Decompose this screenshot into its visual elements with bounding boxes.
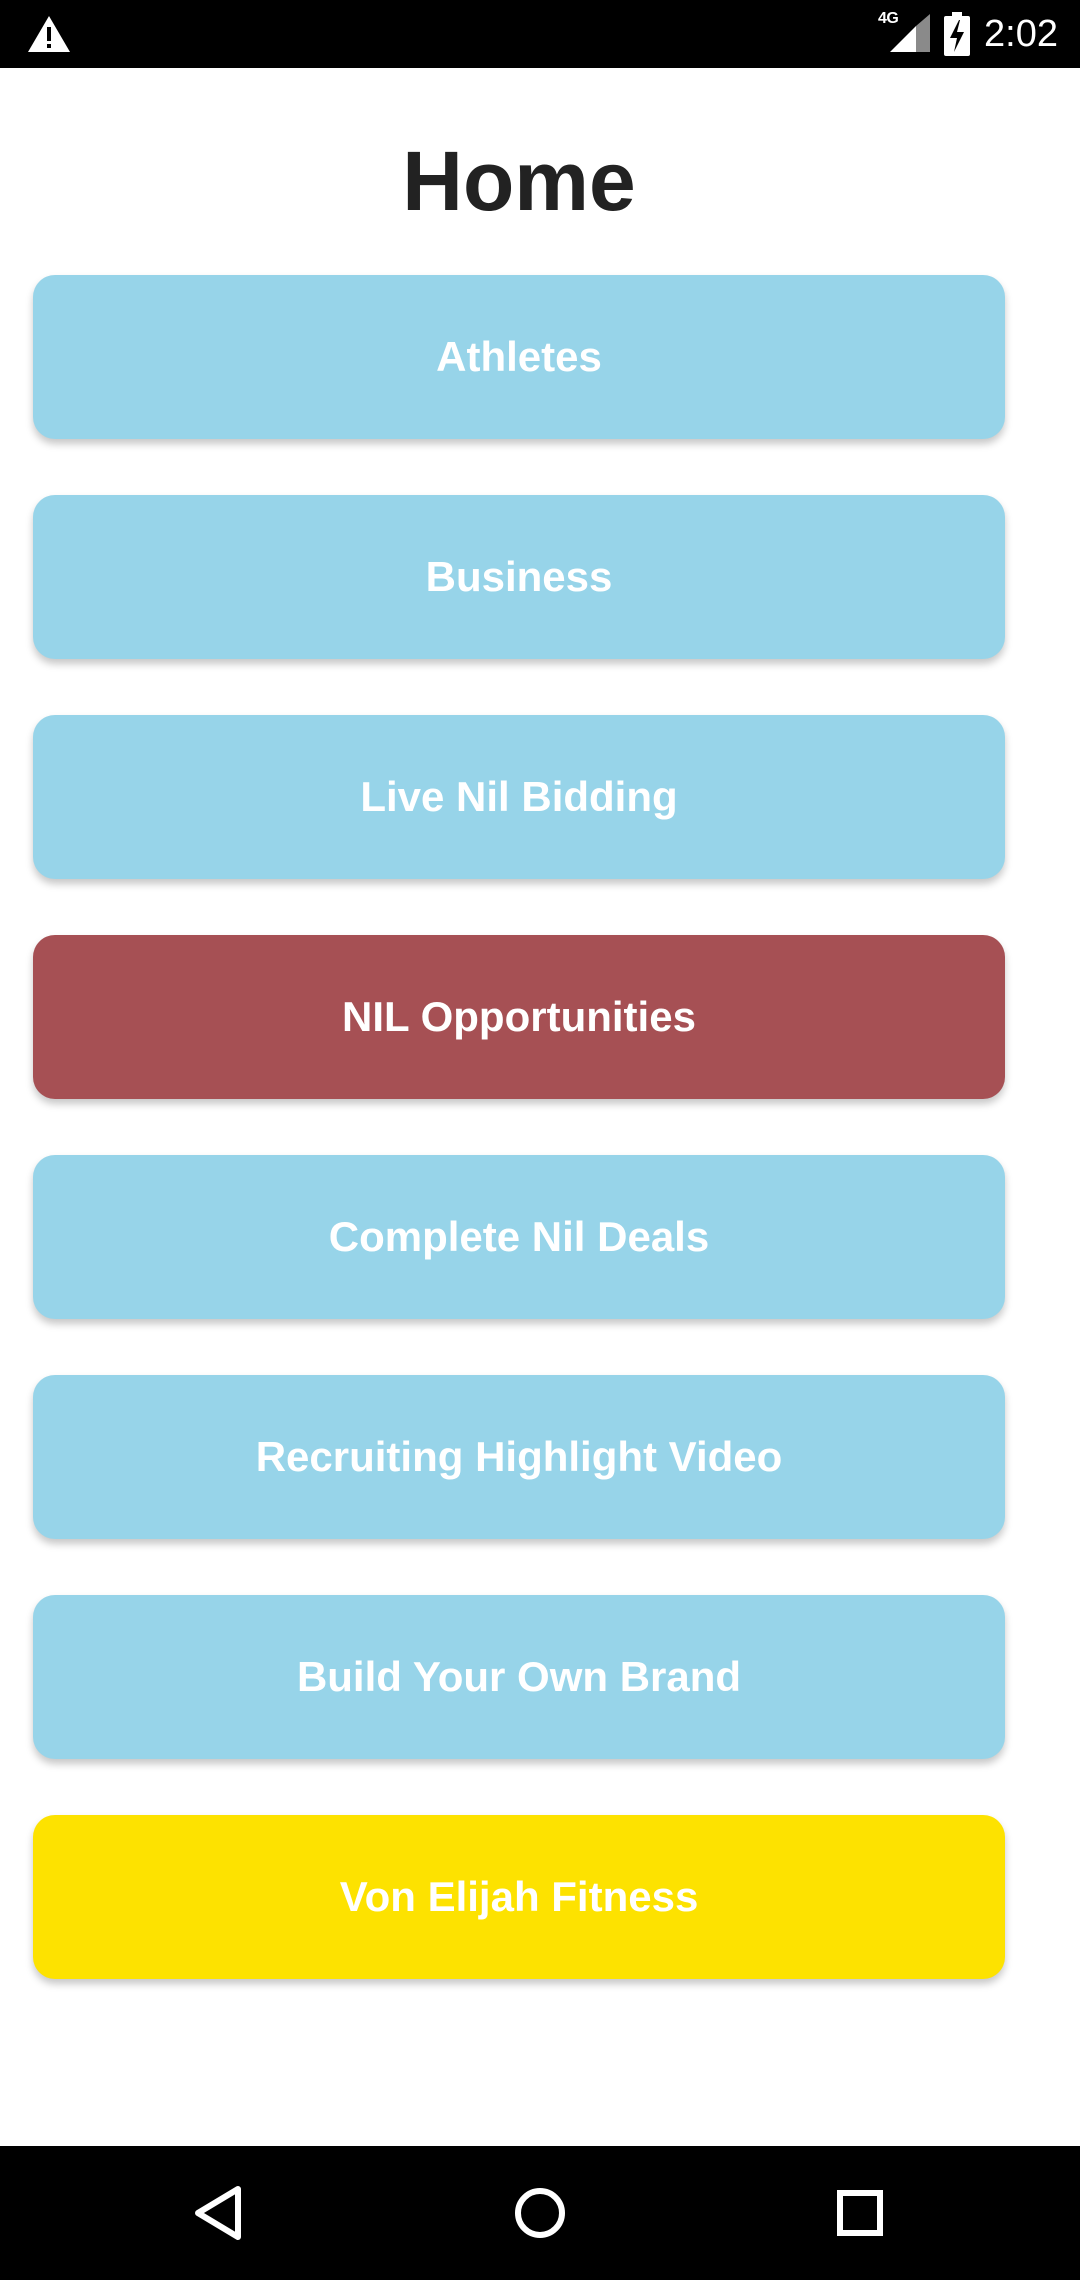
signal-icon: 4G — [878, 10, 931, 54]
battery-charging-icon — [944, 12, 971, 56]
complete-nil-deals-button[interactable]: Complete Nil Deals — [33, 1155, 1005, 1319]
home-screen: Home Athletes Business Live Nil Bidding … — [0, 68, 1080, 2146]
button-label: Complete Nil Deals — [328, 1213, 710, 1260]
recruiting-highlight-video-button[interactable]: Recruiting Highlight Video — [33, 1375, 1005, 1539]
status-icons: 4G 2:02 — [878, 0, 1058, 68]
button-label: NIL Opportunities — [342, 993, 696, 1040]
athletes-button[interactable]: Athletes — [33, 275, 1005, 439]
button-label: Business — [425, 553, 613, 600]
back-icon[interactable] — [180, 2173, 260, 2253]
button-label: Live Nil Bidding — [360, 773, 678, 820]
business-button[interactable]: Business — [33, 495, 1005, 659]
button-label: Athletes — [436, 333, 602, 380]
home-icon[interactable] — [500, 2173, 580, 2253]
button-label: Von Elijah Fitness — [339, 1873, 699, 1920]
von-elijah-fitness-button[interactable]: Von Elijah Fitness — [33, 1815, 1005, 1979]
page-title: Home — [402, 134, 636, 228]
menu-button-list: Athletes Business Live Nil Bidding NIL O… — [33, 275, 1005, 2035]
status-bar: 4G 2:02 — [0, 0, 1080, 68]
recents-icon[interactable] — [820, 2173, 900, 2253]
navigation-bar — [0, 2146, 1080, 2280]
warning-icon — [26, 14, 72, 54]
live-nil-bidding-button[interactable]: Live Nil Bidding — [33, 715, 1005, 879]
clock: 2:02 — [984, 13, 1058, 55]
button-label: Build Your Own Brand — [296, 1653, 742, 1700]
button-label: Recruiting Highlight Video — [255, 1433, 783, 1480]
build-your-own-brand-button[interactable]: Build Your Own Brand — [33, 1595, 1005, 1759]
nil-opportunities-button[interactable]: NIL Opportunities — [33, 935, 1005, 1099]
